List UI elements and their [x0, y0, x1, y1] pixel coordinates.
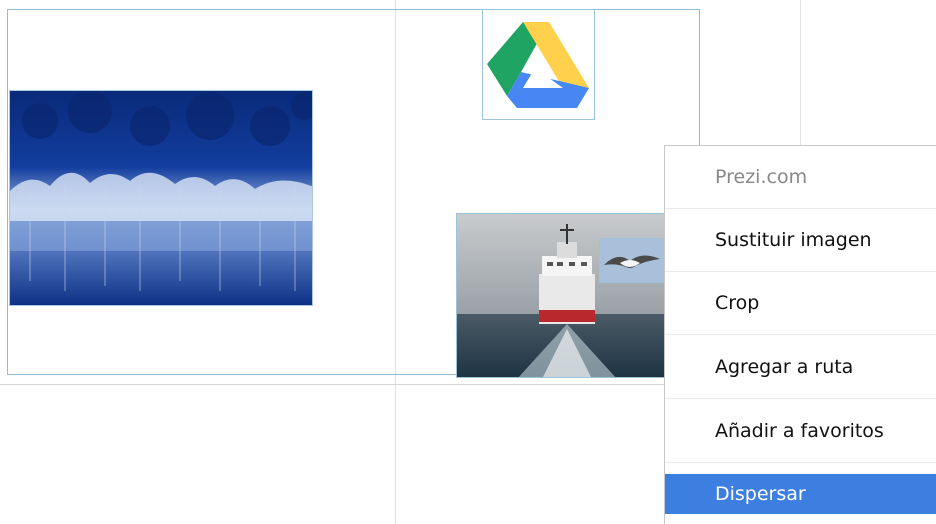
google-drive-icon	[487, 22, 589, 108]
menu-item-label: Agregar a ruta	[715, 356, 854, 378]
menu-item-crop[interactable]: Crop	[665, 272, 936, 335]
menu-item-disperse[interactable]: Dispersar	[665, 474, 936, 514]
google-drive-logo-image[interactable]	[482, 9, 595, 120]
menu-item-label: Dispersar	[715, 483, 806, 505]
canvas-guide-line-vertical-right	[800, 0, 801, 150]
menu-item-add-to-path[interactable]: Agregar a ruta	[665, 336, 936, 399]
menu-item-label: Sustituir imagen	[715, 229, 872, 251]
context-menu: Prezi.com Sustituir imagen Crop Agregar …	[664, 145, 936, 524]
seagull-picture	[600, 239, 664, 282]
forest-picture	[10, 91, 312, 305]
canvas-guide-line-horizontal	[0, 384, 665, 385]
menu-item-replace-image[interactable]: Sustituir imagen	[665, 209, 936, 272]
context-menu-header: Prezi.com	[665, 146, 936, 209]
menu-item-label: Añadir a favoritos	[715, 420, 884, 442]
forest-image[interactable]	[9, 90, 313, 306]
menu-item-label: Crop	[715, 292, 760, 314]
menu-item-add-to-favorites[interactable]: Añadir a favoritos	[665, 400, 936, 463]
context-menu-header-label: Prezi.com	[715, 166, 808, 188]
seagull-image[interactable]	[599, 238, 665, 283]
